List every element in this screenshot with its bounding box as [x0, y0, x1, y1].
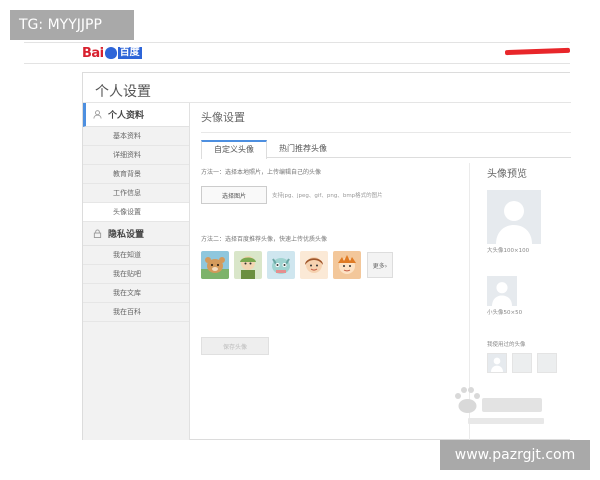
recommended-avatars: 更多› [201, 251, 463, 279]
avatar-tabs: 自定义头像 热门推荐头像 [201, 140, 571, 159]
sidebar-section-label: 隐私设置 [108, 230, 145, 240]
small-avatar-preview [487, 276, 517, 306]
paw-icon [104, 47, 117, 59]
header-divider [24, 63, 570, 64]
recommended-avatar[interactable] [201, 251, 229, 279]
tab-popular-avatar[interactable]: 热门推荐头像 [267, 140, 339, 158]
lock-icon [93, 229, 102, 238]
used-avatars-title: 我使用过的头像 [487, 342, 526, 348]
preview-title: 头像预览 [487, 169, 527, 180]
top-divider [24, 42, 570, 43]
recommended-avatar[interactable] [300, 251, 328, 279]
sidebar-item-avatar[interactable]: 头像设置 [83, 203, 189, 222]
large-avatar-caption: 大头像100×100 [487, 248, 530, 254]
sidebar-item-baike[interactable]: 我在百科 [83, 303, 189, 322]
small-avatar-caption: 小头像50×50 [487, 310, 523, 316]
more-avatars-button[interactable]: 更多› [367, 252, 393, 278]
sidebar-item-basic[interactable]: 基本资料 [83, 127, 189, 146]
default-avatar-icon [487, 190, 541, 244]
recommended-avatar[interactable] [267, 251, 295, 279]
sidebar: 个人资料 基本资料 详细资料 教育背景 工作信息 头像设置 隐私设置 我在知道 … [83, 103, 190, 440]
sidebar-item-work[interactable]: 工作信息 [83, 184, 189, 203]
large-avatar-preview [487, 190, 541, 244]
section-title: 头像设置 [201, 111, 245, 124]
page-title: 个人设置 [95, 84, 151, 100]
main-content: 头像设置 自定义头像 热门推荐头像 方法一：选择本地照片，上传编辑自己的头像 选… [201, 109, 571, 441]
sidebar-item-education[interactable]: 教育背景 [83, 165, 189, 184]
site-watermark-badge: www.pazrgjt.com [440, 440, 590, 470]
default-avatar-icon [487, 276, 517, 306]
baidu-logo[interactable]: Bai 百度 [82, 44, 142, 62]
default-avatar-icon [488, 354, 506, 372]
method-two-text: 方法二：选择百度推荐头像，快速上传优质头像 [201, 236, 328, 243]
baidu-jingyan-watermark [455, 387, 544, 424]
sidebar-section-label: 个人资料 [108, 111, 145, 121]
tab-custom-avatar[interactable]: 自定义头像 [201, 140, 267, 159]
sidebar-item-tieba[interactable]: 我在贴吧 [83, 265, 189, 284]
redacted-username [504, 47, 571, 56]
user-icon [93, 110, 102, 119]
upload-column: 方法一：选择本地照片，上传编辑自己的头像 选择图片 支持jpg、jpeg、gif… [201, 167, 463, 355]
used-avatar-thumb[interactable] [487, 353, 507, 373]
logo-text: Bai [82, 45, 104, 61]
used-avatar-thumb[interactable] [537, 353, 557, 373]
select-photo-button[interactable]: 选择图片 [201, 186, 267, 204]
recommended-avatar[interactable] [333, 251, 361, 279]
used-avatar-thumb[interactable] [512, 353, 532, 373]
used-avatars-row [487, 353, 577, 373]
sidebar-item-zhidao[interactable]: 我在知道 [83, 246, 189, 265]
format-hint: 支持jpg、jpeg、gif、png、bmp格式的图片 [272, 193, 383, 199]
recommended-avatar[interactable] [234, 251, 262, 279]
tg-watermark-badge: TG: MYYJJPP [10, 10, 134, 40]
sidebar-section-profile[interactable]: 个人资料 [83, 103, 189, 127]
sidebar-section-privacy[interactable]: 隐私设置 [83, 222, 189, 246]
sidebar-item-detail[interactable]: 详细资料 [83, 146, 189, 165]
preview-column: 头像预览 大头像100×100 小头像50×50 我使用过的头像 [487, 165, 577, 373]
section-divider [201, 132, 571, 133]
save-avatar-button[interactable]: 保存头像 [201, 337, 269, 355]
upload-row: 选择图片 支持jpg、jpeg、gif、png、bmp格式的图片 [201, 186, 463, 204]
logo-chinese: 百度 [117, 47, 142, 59]
sidebar-item-wenku[interactable]: 我在文库 [83, 284, 189, 303]
method-one-text: 方法一：选择本地照片，上传编辑自己的头像 [201, 169, 322, 176]
